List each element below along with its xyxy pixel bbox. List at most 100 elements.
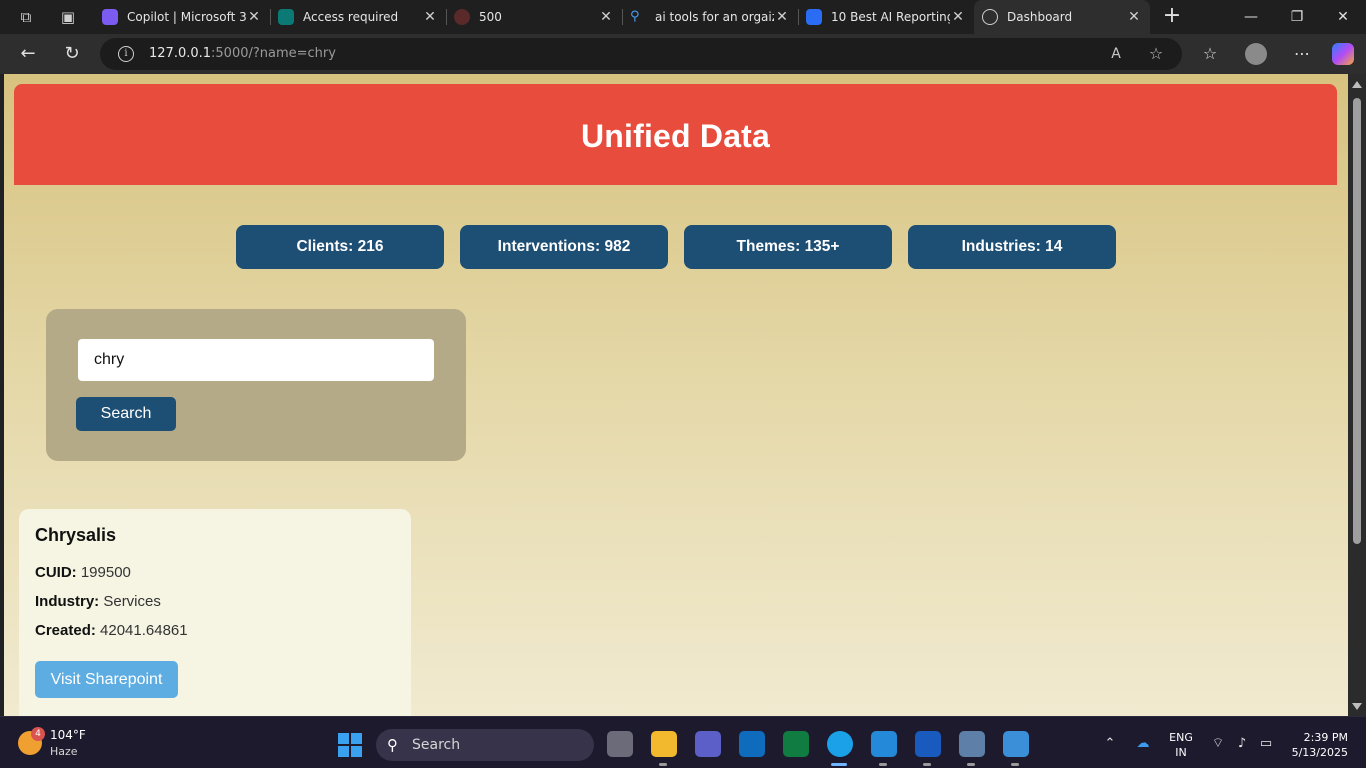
window-close-icon[interactable]: ✕ xyxy=(1320,0,1366,34)
client-cuid: CUID: 199500 xyxy=(35,563,395,582)
vertical-tabs-icon[interactable]: ▣ xyxy=(57,6,79,28)
tab-copilot[interactable]: Copilot | Microsoft 36 ✕ xyxy=(94,0,270,34)
pgadmin-icon[interactable] xyxy=(959,731,985,757)
tab-title: ai tools for an orgaiz xyxy=(655,10,774,24)
close-icon[interactable]: ✕ xyxy=(774,9,790,25)
back-icon[interactable]: ← xyxy=(14,40,42,68)
language-indicator[interactable]: ENG IN xyxy=(1166,730,1196,760)
page-title: Unified Data xyxy=(580,118,771,154)
close-icon[interactable]: ✕ xyxy=(1126,9,1142,25)
new-tab-icon[interactable]: + xyxy=(1160,5,1184,29)
search-button[interactable]: Search xyxy=(76,397,176,431)
browser-toolbar: ← ↻ i 127.0.0.1:5000/?name=chry A ☆ ☆ ⋯ xyxy=(0,34,1366,74)
clock-date: 5/13/2025 xyxy=(1291,746,1348,759)
page-viewport: Unified Data Clients: 216 Interventions:… xyxy=(4,74,1348,716)
excel-icon[interactable] xyxy=(783,731,809,757)
url-path: :5000/?name=chry xyxy=(211,46,336,61)
close-icon[interactable]: ✕ xyxy=(598,9,614,25)
minimize-icon[interactable]: — xyxy=(1228,0,1274,34)
stat-themes: Themes: 135+ xyxy=(684,225,892,269)
globe-favicon-icon xyxy=(982,9,998,25)
vscode-icon[interactable] xyxy=(871,731,897,757)
file-explorer-icon[interactable] xyxy=(651,731,677,757)
edge-icon[interactable] xyxy=(827,731,853,757)
tab-strip: ⧉ ▣ Copilot | Microsoft 36 ✕ Access requ… xyxy=(0,0,1366,34)
favorite-star-icon[interactable]: ☆ xyxy=(1146,44,1166,64)
field-label: Industry: xyxy=(35,593,100,610)
weather-badge: 4 xyxy=(31,727,45,741)
weather-temperature[interactable]: 104°F xyxy=(50,728,86,742)
tab-500[interactable]: 500 ✕ xyxy=(446,0,622,34)
close-icon[interactable]: ✕ xyxy=(422,9,438,25)
scroll-thumb[interactable] xyxy=(1353,98,1361,544)
app-running-indicator xyxy=(923,763,931,766)
search-favicon-icon: ⚲ xyxy=(630,9,640,24)
more-options-icon[interactable]: ⋯ xyxy=(1288,40,1316,68)
copilot-icon[interactable] xyxy=(1332,43,1354,65)
url-text[interactable]: 127.0.0.1:5000/?name=chry xyxy=(149,46,336,61)
word-icon[interactable] xyxy=(915,731,941,757)
region-code: IN xyxy=(1175,746,1187,759)
wifi-icon[interactable]: ⌔ xyxy=(1208,731,1228,757)
clock-time: 2:39 PM xyxy=(1303,731,1348,744)
search-panel: Search xyxy=(46,309,466,461)
refresh-icon[interactable]: ↻ xyxy=(58,40,86,68)
copilot-favicon-icon xyxy=(102,9,118,25)
site-info-icon[interactable]: i xyxy=(118,46,134,62)
weather-description[interactable]: Haze xyxy=(50,745,78,758)
app-active-indicator xyxy=(831,763,847,766)
tab-title: 10 Best AI Reporting T xyxy=(831,10,950,24)
battery-icon[interactable]: ▭ xyxy=(1256,731,1276,757)
field-value: 42041.64861 xyxy=(100,622,188,639)
tab-ai-tools-search[interactable]: ⚲ ai tools for an orgaiz ✕ xyxy=(622,0,798,34)
task-view-icon[interactable] xyxy=(607,731,633,757)
taskbar-search-label: Search xyxy=(412,737,461,753)
read-aloud-icon[interactable]: A xyxy=(1106,44,1126,64)
error-favicon-icon xyxy=(454,9,470,25)
app-running-indicator xyxy=(659,763,667,766)
tab-title: Access required xyxy=(303,10,399,24)
stat-industries: Industries: 14 xyxy=(908,225,1116,269)
field-value: 199500 xyxy=(80,564,131,581)
system-clock[interactable]: 2:39 PM 5/13/2025 xyxy=(1286,730,1348,760)
client-name: Chrysalis xyxy=(35,525,117,545)
outlook-icon[interactable] xyxy=(739,731,765,757)
page-scrollbar[interactable] xyxy=(1348,74,1366,716)
client-result-card: Chrysalis CUID: 199500 Industry: Service… xyxy=(19,509,411,716)
tab-access-required[interactable]: Access required ✕ xyxy=(270,0,446,34)
app-running-indicator xyxy=(1011,763,1019,766)
visit-sharepoint-button[interactable]: Visit Sharepoint xyxy=(35,661,178,698)
scroll-down-icon[interactable] xyxy=(1352,703,1362,710)
address-bar[interactable]: i 127.0.0.1:5000/?name=chry A ☆ xyxy=(100,38,1182,70)
close-icon[interactable]: ✕ xyxy=(246,9,262,25)
tab-title: 500 xyxy=(479,10,502,24)
stat-clients: Clients: 216 xyxy=(236,225,444,269)
windows-taskbar: 4 104°F Haze ⚲ Search ⌃ ☁ ENG IN ⌔ ♪ ▭ 2… xyxy=(0,716,1366,768)
sharepoint-favicon-icon xyxy=(278,9,294,25)
tab-dashboard[interactable]: Dashboard ✕ xyxy=(974,0,1150,34)
taskbar-search[interactable]: ⚲ Search xyxy=(376,729,594,761)
tab-ai-reporting[interactable]: 10 Best AI Reporting T ✕ xyxy=(798,0,974,34)
volume-icon[interactable]: ♪ xyxy=(1232,731,1252,757)
client-created: Created: 42041.64861 xyxy=(35,621,395,640)
field-value: Services xyxy=(103,593,161,610)
profile-avatar-icon[interactable] xyxy=(1245,43,1267,65)
url-host: 127.0.0.1 xyxy=(149,46,212,61)
tab-title: Dashboard xyxy=(1007,10,1073,24)
search-input[interactable] xyxy=(78,339,434,381)
close-icon[interactable]: ✕ xyxy=(950,9,966,25)
photos-icon[interactable] xyxy=(1003,731,1029,757)
page-header: Unified Data xyxy=(14,84,1337,185)
stat-interventions: Interventions: 982 xyxy=(460,225,668,269)
restore-icon[interactable]: ❐ xyxy=(1274,0,1320,34)
show-hidden-icons-icon[interactable]: ⌃ xyxy=(1100,731,1120,757)
scroll-up-icon[interactable] xyxy=(1352,81,1362,88)
onedrive-icon[interactable]: ☁ xyxy=(1132,731,1154,757)
workspaces-icon[interactable]: ⧉ xyxy=(15,6,37,28)
favorites-icon[interactable]: ☆ xyxy=(1196,40,1224,68)
windows-start-icon[interactable] xyxy=(338,733,362,757)
client-industry: Industry: Services xyxy=(35,592,395,611)
field-label: CUID: xyxy=(35,564,77,581)
app-running-indicator xyxy=(879,763,887,766)
teams-icon[interactable] xyxy=(695,731,721,757)
